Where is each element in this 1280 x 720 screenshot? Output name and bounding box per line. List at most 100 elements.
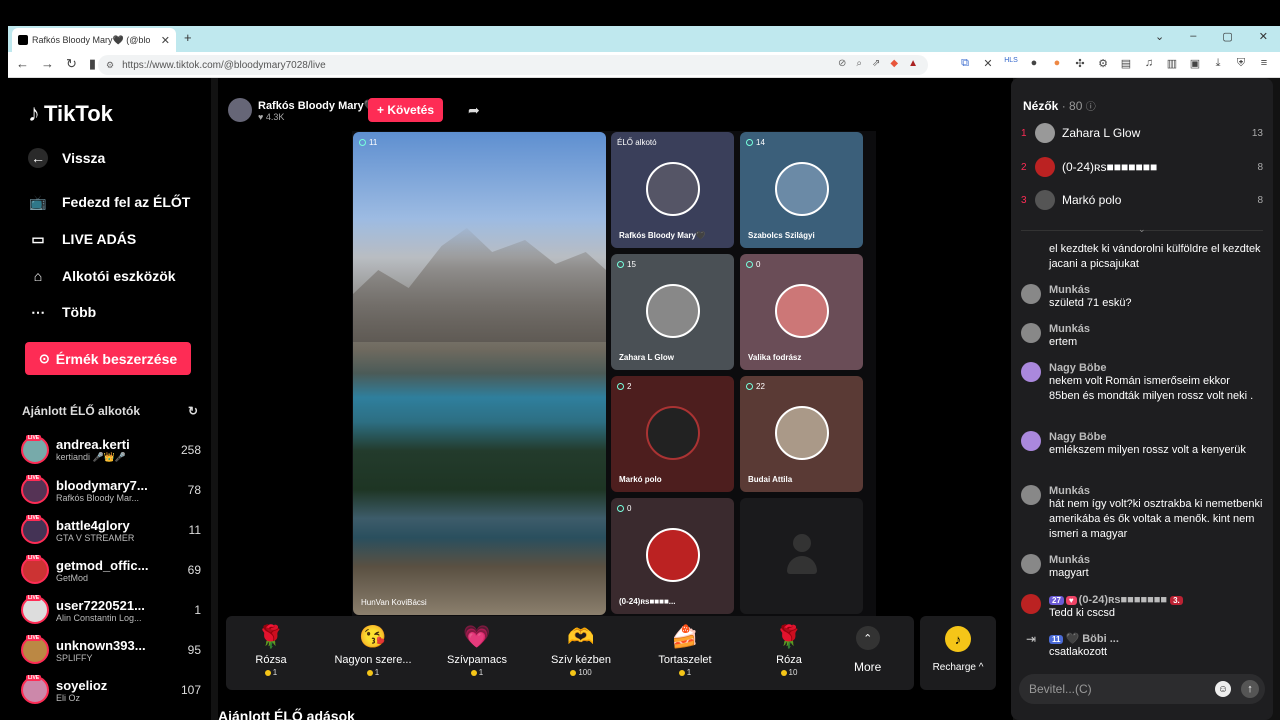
viewer-row[interactable]: 3 Markó polo 8 (1021, 188, 1263, 212)
viewer-name: (0-24)ʀs■■■■■■■ (1062, 160, 1158, 174)
message-user[interactable]: Nagy Böbe (1049, 362, 1263, 374)
creator-item[interactable]: LIVE unknown393... SPLIFFY 95 (21, 632, 201, 668)
message-user[interactable]: Munkás (1049, 323, 1263, 335)
gift-item[interactable]: 💗 Szívpamacs 1 (432, 624, 522, 677)
translate-icon[interactable]: ⊘ (838, 58, 846, 69)
gift-item[interactable]: 😘 Nagyon szere... 1 (328, 624, 418, 677)
extension-icon[interactable]: ▤ (1119, 57, 1133, 70)
video-camera-icon: ▭ (31, 230, 45, 247)
address-bar[interactable]: ⚙ https://www.tiktok.com/@bloodymary7028… (98, 55, 928, 75)
empty-seat-tile[interactable] (740, 498, 863, 614)
avatar[interactable] (1021, 431, 1041, 451)
share-page-icon[interactable]: ⇗ (872, 58, 880, 69)
chat-input[interactable]: Bevitel...(C) ☺ ↑ (1019, 674, 1265, 704)
follow-button[interactable]: + Követés (368, 98, 443, 122)
maximize-icon[interactable]: ▢ (1222, 30, 1232, 43)
sidebar-item-explore-live[interactable]: 📺 Fedezd fel az ÉLŐT (28, 192, 190, 212)
creator-name: user7220521... (56, 597, 145, 613)
chat-panel: Nézők · 80 ⓘ 1 Zahara L Glow 13 2 (0-24)… (1011, 78, 1273, 720)
extensions-bar: ⧉ ✕ HLS ● ● ✣ ⚙ ▤ ♫ ▥ ▣ ⤓ ⛨ ≡ (958, 57, 1271, 70)
creator-item[interactable]: LIVE getmod_offic... GetMod 69 (21, 552, 201, 588)
chevron-down-icon[interactable]: ⌄ (1155, 30, 1164, 43)
host-name[interactable]: Rafkós Bloody Mary🖤 (258, 99, 377, 112)
extension-icon[interactable]: ⧉ (958, 57, 972, 70)
get-coins-button[interactable]: ⊙ Érmék beszerzése (25, 342, 191, 375)
extension-icon[interactable]: ● (1050, 57, 1064, 70)
sidebar-toggle-icon[interactable]: ▥ (1165, 57, 1179, 70)
extension-icon[interactable]: ⚙ (1096, 57, 1110, 70)
gift-item[interactable]: 🫶 Szív kézben 100 (536, 624, 626, 677)
tiktok-logo[interactable]: ♪ TikTok (28, 100, 113, 128)
message-user-row[interactable]: 27 ♥ (0-24)ʀs■■■■■■■ 3. (1049, 594, 1263, 606)
recharge-button[interactable]: ♪ Recharge ^ (920, 616, 996, 690)
refresh-icon[interactable]: ↻ (188, 404, 198, 418)
avatar[interactable] (1021, 284, 1041, 304)
guest-tile[interactable]: 2 Markó polo (611, 376, 734, 492)
main-video-tile[interactable]: 11 HunVan KoviBácsi (353, 132, 606, 615)
send-icon[interactable]: ↑ (1241, 680, 1259, 698)
chevron-down-icon[interactable]: ⌄ (1138, 224, 1146, 235)
avatar: LIVE (21, 675, 49, 704)
live-stage[interactable]: 11 HunVan KoviBácsi ÉLŐ alkotó Rafkós Bl… (352, 131, 876, 616)
minimize-icon[interactable]: – (1190, 30, 1196, 43)
message-user[interactable]: Munkás (1049, 485, 1263, 497)
brave-shield-icon[interactable]: ◆ (890, 58, 898, 69)
puzzle-icon[interactable]: ✣ (1073, 57, 1087, 70)
gift-item[interactable]: 🌹 Rózsa 1 (226, 624, 316, 677)
close-window-icon[interactable]: ✕ (1259, 30, 1268, 43)
creator-item[interactable]: LIVE bloodymary7... Rafkós Bloody Mar... … (21, 472, 201, 508)
viewer-name: Zahara L Glow (1062, 126, 1141, 140)
forward-icon[interactable]: → (41, 56, 54, 72)
avatar[interactable] (1021, 362, 1041, 382)
extension-icon[interactable]: HLS (1004, 57, 1018, 70)
extension-icon[interactable]: ✕ (981, 57, 995, 70)
guest-tile[interactable]: 0 (0-24)ʀs■■■■... (611, 498, 734, 614)
guest-tile[interactable]: 15 Zahara L Glow (611, 254, 734, 370)
emoji-icon[interactable]: ☺ (1215, 681, 1231, 697)
sidebar-item-more[interactable]: ⋯ Több (28, 302, 96, 322)
avatar[interactable] (1021, 594, 1041, 614)
share-icon[interactable]: ➦ (468, 102, 480, 119)
message-user[interactable]: Nagy Böbe (1049, 431, 1263, 443)
viewer-row[interactable]: 1 Zahara L Glow 13 (1021, 121, 1263, 145)
message-user[interactable]: Munkás (1049, 554, 1263, 566)
guest-tile[interactable]: 14 Szabolcs Szilágyi (740, 132, 863, 248)
back-icon[interactable]: ← (16, 56, 29, 72)
menu-icon[interactable]: ≡ (1257, 57, 1271, 70)
guest-tile[interactable]: 0 Valika fodrász (740, 254, 863, 370)
site-info-icon[interactable]: ⚙ (106, 60, 114, 71)
music-icon[interactable]: ♫ (1142, 57, 1156, 70)
gift-item[interactable]: 🍰 Tortaszelet 1 (640, 624, 730, 677)
zoom-icon[interactable]: ⌕ (856, 58, 862, 69)
message-user-row[interactable]: 11 🖤 Böbi ... (1049, 632, 1263, 645)
avatar[interactable] (1021, 554, 1041, 574)
new-tab-icon[interactable]: + (184, 30, 192, 45)
creator-item[interactable]: LIVE user7220521... Alin Constantin Log..… (21, 592, 201, 628)
back-link[interactable]: ← Vissza (28, 148, 105, 168)
more-gifts-button[interactable]: ⌃ More (854, 626, 881, 674)
viewer-row[interactable]: 2 (0-24)ʀs■■■■■■■ 8 (1021, 155, 1263, 179)
avatar[interactable] (1021, 323, 1041, 343)
vpn-icon[interactable]: ⛨ (1234, 57, 1248, 70)
wallet-icon[interactable]: ▣ (1188, 57, 1202, 70)
brave-rewards-icon[interactable]: ▲ (908, 58, 918, 69)
guest-tile[interactable]: 22 Budai Attila (740, 376, 863, 492)
creator-item[interactable]: LIVE soyelioz Eli Oz 107 (21, 672, 201, 708)
gift-item[interactable]: 🌹 Róza 10 (744, 624, 834, 677)
extension-icon[interactable]: ● (1027, 57, 1041, 70)
avatar[interactable] (228, 98, 252, 122)
avatar[interactable] (1021, 485, 1041, 505)
sidebar-item-live[interactable]: ▭ LIVE ADÁS (28, 229, 136, 249)
message-user[interactable]: Munkás (1049, 284, 1263, 296)
browser-tab[interactable]: Rafkós Bloody Mary🖤 (@blo ✕ (12, 28, 176, 52)
creator-item[interactable]: LIVE battle4glory GTA V STREAMER 11 (21, 512, 201, 548)
close-tab-icon[interactable]: ✕ (161, 34, 170, 47)
sidebar-item-creator-tools[interactable]: ⌂ Alkotói eszközök (28, 266, 176, 286)
downloads-icon[interactable]: ⤓ (1211, 57, 1225, 70)
reload-icon[interactable]: ↻ (66, 56, 77, 72)
guest-tile[interactable]: ÉLŐ alkotó Rafkós Bloody Mary🖤 (611, 132, 734, 248)
bookmark-icon[interactable]: ▮ (89, 56, 96, 72)
info-icon[interactable]: ⓘ (1086, 102, 1096, 113)
creator-item[interactable]: LIVE andrea.kerti kertiandi 🎤👑🎤 258 (21, 432, 201, 468)
logo-text: TikTok (44, 101, 113, 126)
